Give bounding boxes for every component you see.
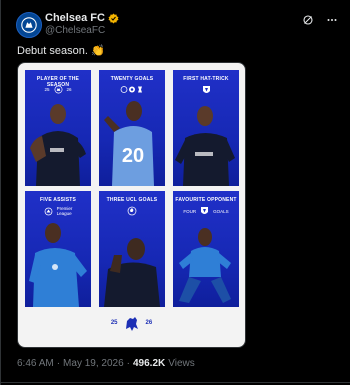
divider <box>1 382 350 383</box>
chelsea-crest-icon <box>21 17 37 33</box>
player-photo <box>175 106 235 186</box>
display-name[interactable]: Chelsea FC <box>45 12 105 24</box>
account-handle[interactable]: @ChelseaFC <box>45 25 105 36</box>
panel-title: TWENTY GOALS <box>110 76 154 82</box>
player-photo <box>30 104 86 186</box>
footer-year-right: 26 <box>145 320 153 326</box>
panel-sub-right: GOALS <box>213 208 229 214</box>
meta-separator: · <box>56 358 61 369</box>
avatar[interactable] <box>16 12 42 38</box>
panel-sub-right: League <box>56 211 72 216</box>
chelsea-lion-crest-icon <box>125 317 138 331</box>
panel-sub-right: 26 <box>66 87 72 92</box>
aston-villa-crest-icon <box>202 86 210 93</box>
player-photo <box>179 228 231 303</box>
player-photo <box>29 223 87 307</box>
panel-three-ucl-goals: THREE UCL GOALS <box>99 191 165 307</box>
tweet-time[interactable]: 6:46 AM <box>17 358 54 369</box>
panel-title: FIRST HAT-TRICK <box>183 76 229 82</box>
panel-sub-left: 25 <box>44 87 50 92</box>
tweet-meta: 6:46 AM · May 19, 2026 · 496.2K Views <box>17 358 195 369</box>
panel-favourite-opponent: FAVOURITE OPPONENT FOUR GOALS <box>173 191 239 307</box>
tweet-date[interactable]: May 19, 2026 <box>63 358 124 369</box>
views-count: 496.2K <box>133 358 166 369</box>
more-options-icon[interactable] <box>326 14 338 26</box>
player-photo <box>104 238 160 307</box>
panel-title: FIVE ASSISTS <box>39 197 77 203</box>
chelsea-crest-icon <box>54 85 62 94</box>
panel-sub-left: FOUR <box>183 208 197 214</box>
footer-year-left: 25 <box>110 320 118 326</box>
aston-villa-crest-icon <box>201 207 209 214</box>
media-footer-crest: 25 26 <box>18 313 245 333</box>
player-photo: 20 <box>104 101 154 186</box>
champions-league-ball-icon <box>127 206 137 216</box>
premier-league-logo-icon <box>44 207 52 215</box>
panel-title: THREE UCL GOALS <box>106 197 158 203</box>
tweet-media-image[interactable]: PLAYER OF THE SEASON 25 26 TWENTY GOALS <box>17 62 246 348</box>
shirt-number: 20 <box>122 145 144 167</box>
panel-player-of-the-season: PLAYER OF THE SEASON 25 26 <box>25 70 91 186</box>
panel-title: FAVOURITE OPPONENT <box>175 197 237 203</box>
competition-logos-icon <box>120 86 142 93</box>
panel-first-hat-trick: FIRST HAT-TRICK <box>173 70 239 186</box>
verified-badge-icon <box>108 13 119 23</box>
panel-five-assists: FIVE ASSISTS Premier League <box>25 191 91 307</box>
tweet-text: Debut season. 👏 <box>17 45 105 57</box>
grok-icon[interactable] <box>302 14 314 26</box>
tweet: Chelsea FC @ChelseaFC Debut season. 👏 PL… <box>0 0 350 385</box>
panel-twenty-goals: TWENTY GOALS 20 <box>99 70 165 186</box>
meta-separator: · <box>126 358 130 369</box>
views-label: Views <box>168 358 195 369</box>
